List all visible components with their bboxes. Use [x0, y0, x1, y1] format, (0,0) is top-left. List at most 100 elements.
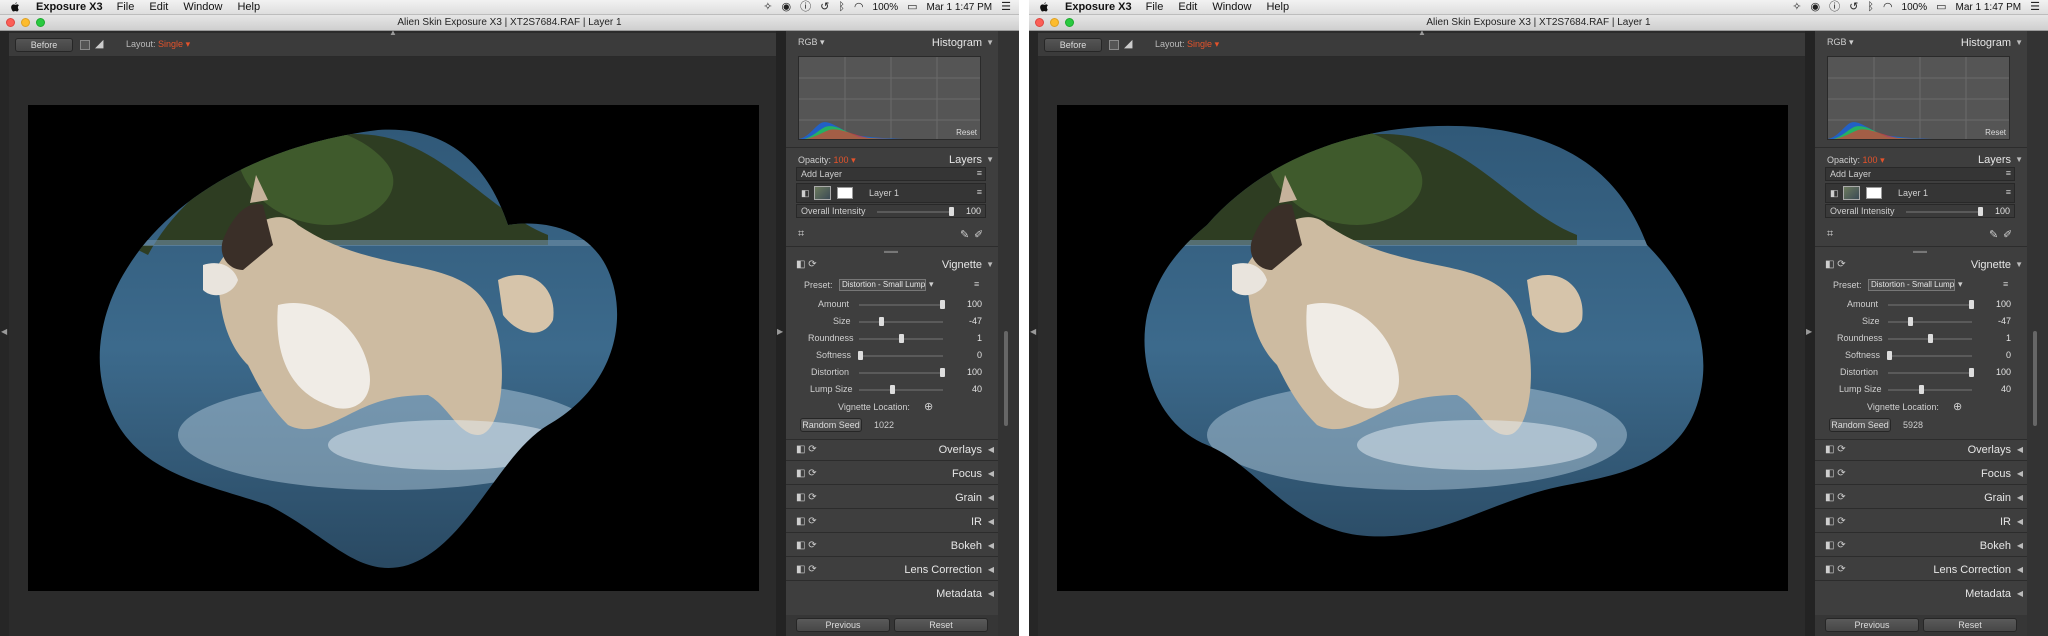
distortion-value[interactable]: 100 [1981, 367, 2011, 377]
expand-lens-correction-icon[interactable]: ◀ [2017, 565, 2023, 574]
expand-metadata-icon[interactable]: ◀ [2017, 589, 2023, 598]
layer-row[interactable]: ◧ Layer 1 ≡ [796, 183, 986, 203]
section-ir[interactable]: ◧ ⟳ IR ◀ [786, 513, 998, 531]
lens-correction-toggle-icon[interactable]: ◧ ⟳ [796, 564, 817, 575]
roundness-value[interactable]: 1 [1981, 333, 2011, 343]
layer-options-icon[interactable]: ≡ [2006, 187, 2011, 197]
amount-knob[interactable] [940, 300, 945, 309]
scrollbar-thumb[interactable] [1004, 331, 1008, 426]
scrollbar-thumb[interactable] [2033, 331, 2037, 426]
preset-menu-icon[interactable]: ≡ [2003, 279, 2008, 289]
layer-mask-thumbnail[interactable] [837, 187, 853, 199]
zoom-window-button[interactable] [36, 18, 45, 27]
collapse-histogram-icon[interactable]: ▼ [2015, 38, 2023, 47]
softness-value[interactable]: 0 [1981, 350, 2011, 360]
reset-button[interactable]: Reset [1923, 618, 2017, 632]
collapse-vignette-icon[interactable]: ▼ [986, 260, 994, 269]
collapse-top-arrow-icon[interactable]: ▲ [389, 28, 397, 37]
section-overlays[interactable]: ◧ ⟳ Overlays ◀ [1815, 441, 2027, 459]
split-view-icon[interactable]: ◢ [95, 37, 103, 50]
overall-intensity-value[interactable]: 100 [951, 206, 981, 216]
random-seed-button[interactable]: Random Seed [1829, 418, 1891, 432]
overall-intensity-slider[interactable] [877, 207, 954, 216]
collapse-right-arrow-icon[interactable]: ▶ [1806, 327, 1812, 336]
app-menu[interactable]: Exposure X3 [36, 1, 103, 13]
section-lens-correction[interactable]: ◧ ⟳ Lens Correction ◀ [1815, 561, 2027, 579]
preset-dropdown-arrow-icon[interactable]: ▾ [929, 279, 934, 290]
add-layer-row[interactable]: Add Layer ≡ [1825, 167, 2015, 181]
histogram-reset-button[interactable]: Reset [956, 128, 977, 137]
vignette-header[interactable]: ◧ ⟳ Vignette ▼ [786, 256, 998, 274]
amount-value[interactable]: 100 [952, 299, 982, 309]
menu-file[interactable]: File [1146, 1, 1164, 13]
section-overlays[interactable]: ◧ ⟳ Overlays ◀ [786, 441, 998, 459]
size-knob[interactable] [878, 317, 884, 326]
paint-icon[interactable]: ✐ [2003, 228, 2012, 241]
layer-name[interactable]: Layer 1 [1898, 188, 1928, 198]
roundness-slider[interactable] [1888, 334, 1972, 343]
size-slider[interactable] [1888, 317, 1972, 326]
layer-thumbnail[interactable] [814, 186, 831, 200]
expand-ir-icon[interactable]: ◀ [2017, 517, 2023, 526]
panel-scrollbar[interactable] [2027, 31, 2048, 636]
crop-icon[interactable]: ⌗ [798, 228, 804, 241]
section-metadata[interactable]: Metadata ◀ [1815, 585, 2027, 603]
menu-window[interactable]: Window [183, 1, 222, 13]
dropbox-icon[interactable]: ✧ [763, 0, 772, 15]
layout-selector[interactable]: Layout: Single ▾ [1155, 39, 1219, 50]
close-window-button[interactable] [6, 18, 15, 27]
histogram-header[interactable]: RGB ▾ Histogram ▼ [786, 34, 998, 52]
bluetooth-icon[interactable]: ᛒ [1867, 0, 1874, 15]
before-button[interactable]: Before [15, 38, 73, 52]
section-focus[interactable]: ◧ ⟳ Focus ◀ [1815, 465, 2027, 483]
previous-button[interactable]: Previous [1825, 618, 1919, 632]
left-panel-strip[interactable]: ◀ [0, 31, 9, 636]
grain-toggle-icon[interactable]: ◧ ⟳ [1825, 492, 1846, 503]
reset-button[interactable]: Reset [894, 618, 988, 632]
eye-icon[interactable]: ◉ [1811, 0, 1821, 15]
apple-menu-icon[interactable] [1037, 1, 1051, 13]
expand-bokeh-icon[interactable]: ◀ [988, 541, 994, 550]
compare-checkbox[interactable] [1109, 40, 1119, 50]
vignette-location-target-icon[interactable]: ⊕ [1953, 400, 1962, 413]
amount-slider[interactable] [859, 300, 945, 309]
overlays-toggle-icon[interactable]: ◧ ⟳ [1825, 444, 1846, 455]
app-menu[interactable]: Exposure X3 [1065, 1, 1132, 13]
distortion-knob[interactable] [1969, 368, 1974, 377]
panel-divider[interactable]: ▶ [1805, 31, 1815, 636]
expand-overlays-icon[interactable]: ◀ [2017, 445, 2023, 454]
add-layer-row[interactable]: Add Layer ≡ [796, 167, 986, 181]
amount-knob[interactable] [1969, 300, 1974, 309]
minimize-window-button[interactable] [1050, 18, 1059, 27]
expand-bokeh-icon[interactable]: ◀ [2017, 541, 2023, 550]
menu-window[interactable]: Window [1212, 1, 1251, 13]
roundness-value[interactable]: 1 [952, 333, 982, 343]
overall-intensity-value[interactable]: 100 [1980, 206, 2010, 216]
paint-icon[interactable]: ✐ [974, 228, 983, 241]
menu-edit[interactable]: Edit [1178, 1, 1197, 13]
section-metadata[interactable]: Metadata ◀ [786, 585, 998, 603]
photo-canvas[interactable] [28, 105, 759, 591]
crop-icon[interactable]: ⌗ [1827, 228, 1833, 241]
histogram-header[interactable]: RGB ▾ Histogram ▼ [1815, 34, 2027, 52]
brush-icon[interactable]: ✎ [1989, 228, 1998, 241]
softness-slider[interactable] [857, 351, 943, 360]
dropbox-icon[interactable]: ✧ [1792, 0, 1801, 15]
lump-size-slider[interactable] [859, 385, 943, 394]
expand-grain-icon[interactable]: ◀ [2017, 493, 2023, 502]
overlays-toggle-icon[interactable]: ◧ ⟳ [796, 444, 817, 455]
lens-correction-toggle-icon[interactable]: ◧ ⟳ [1825, 564, 1846, 575]
left-panel-strip[interactable]: ◀ [1029, 31, 1038, 636]
layer-name[interactable]: Layer 1 [869, 188, 899, 198]
random-seed-button[interactable]: Random Seed [800, 418, 862, 432]
clock[interactable]: Mar 1 1:47 PM [1956, 2, 2022, 13]
distortion-slider[interactable] [1888, 368, 1974, 377]
channel-selector[interactable]: RGB ▾ [798, 37, 825, 48]
expand-ir-icon[interactable]: ◀ [988, 517, 994, 526]
split-view-icon[interactable]: ◢ [1124, 37, 1132, 50]
layout-selector[interactable]: Layout: Single ▾ [126, 39, 190, 50]
panel-divider[interactable]: ▶ [776, 31, 786, 636]
wifi-icon[interactable]: ◠ [1883, 0, 1893, 15]
menu-help[interactable]: Help [237, 1, 260, 13]
softness-slider[interactable] [1886, 351, 1972, 360]
